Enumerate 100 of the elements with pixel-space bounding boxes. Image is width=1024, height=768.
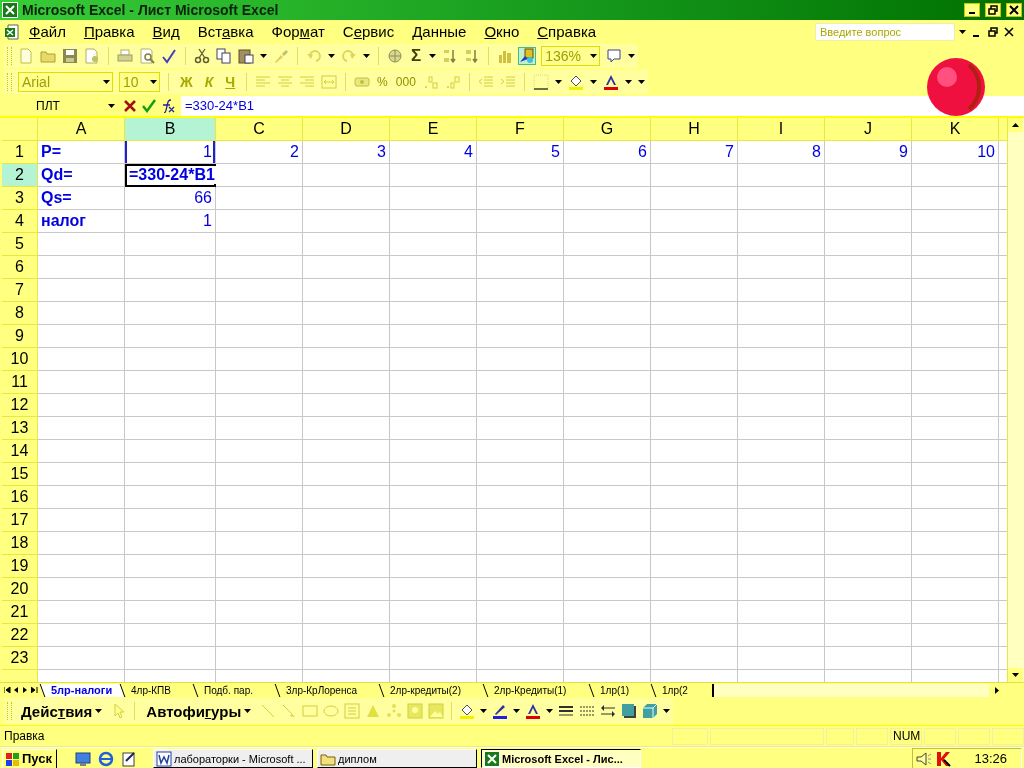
column-header[interactable]: J xyxy=(825,118,912,141)
caret-icon[interactable] xyxy=(1012,673,1019,677)
caret-icon[interactable] xyxy=(959,29,966,34)
actions-menu[interactable]: Действия xyxy=(17,702,107,720)
restore-icon[interactable] xyxy=(988,26,998,37)
scroll-up-button[interactable] xyxy=(1008,118,1023,132)
row-header[interactable]: 17 xyxy=(2,509,38,532)
autosum-button[interactable]: Σ xyxy=(409,46,424,66)
row-header[interactable]: 12 xyxy=(2,394,38,417)
row-header[interactable]: 11 xyxy=(2,371,38,394)
sheet-tab[interactable]: Подб. пар. xyxy=(192,683,266,697)
line-color-icon[interactable] xyxy=(492,703,509,719)
column-header[interactable]: B xyxy=(125,118,216,141)
sheet-tab[interactable]: 4лр-КПВ xyxy=(119,683,184,697)
caret-icon[interactable] xyxy=(328,54,335,58)
row-header[interactable]: 13 xyxy=(2,417,38,440)
sort-descending-icon[interactable] xyxy=(464,48,481,64)
previous-sheet-icon[interactable] xyxy=(13,687,20,693)
menu-item[interactable]: Правка xyxy=(74,23,144,40)
windows-flag-icon[interactable] xyxy=(5,750,20,767)
start-button[interactable]: Пуск xyxy=(2,748,57,768)
menu-item[interactable]: Справка xyxy=(528,23,606,40)
scroll-right-icon[interactable] xyxy=(994,686,999,694)
name-box[interactable]: ПЛТ xyxy=(0,98,108,113)
print-preview-icon[interactable] xyxy=(139,48,155,64)
speaker-icon[interactable] xyxy=(916,750,933,767)
font-color-icon[interactable] xyxy=(602,74,619,90)
row-header[interactable]: 7 xyxy=(2,279,38,302)
sheet-tab[interactable]: 1лр(1) xyxy=(588,683,642,697)
drawing-tools-icon[interactable] xyxy=(519,48,536,64)
workbook-icon[interactable] xyxy=(4,23,20,40)
horizontal-scrollbar[interactable] xyxy=(711,683,1004,697)
column-header[interactable]: E xyxy=(390,118,477,141)
caret-icon[interactable] xyxy=(1012,123,1019,127)
taskbar-button[interactable]: диплом xyxy=(317,749,477,768)
font-color-icon[interactable] xyxy=(525,703,542,719)
row-header[interactable]: 5 xyxy=(2,233,38,256)
first-sheet-icon[interactable] xyxy=(4,687,11,693)
caret-icon[interactable] xyxy=(546,709,554,713)
sort-ascending-icon[interactable] xyxy=(442,48,459,64)
row-header[interactable]: 23 xyxy=(2,647,38,670)
browser-icon[interactable] xyxy=(98,750,114,767)
row-header[interactable]: 9 xyxy=(2,325,38,348)
row-header[interactable]: 4 xyxy=(2,210,38,233)
sheet-tab[interactable]: 5лр-налоги xyxy=(39,683,125,697)
column-header[interactable]: A xyxy=(38,118,125,141)
function-icon[interactable] xyxy=(161,98,175,113)
sheet-tab[interactable]: 2лр-Кредиты(1) xyxy=(482,683,579,697)
row-header[interactable]: 8 xyxy=(2,302,38,325)
spell-check-icon[interactable] xyxy=(161,48,177,64)
row-header[interactable]: 21 xyxy=(2,601,38,624)
column-header[interactable]: F xyxy=(477,118,564,141)
cut-icon[interactable] xyxy=(194,48,210,64)
row-header[interactable]: 16 xyxy=(2,486,38,509)
cancel-icon[interactable] xyxy=(123,98,137,113)
menu-item[interactable]: Формат xyxy=(262,23,334,40)
menu-item[interactable]: Окно xyxy=(475,23,529,40)
menu-item[interactable]: Данные xyxy=(403,23,476,40)
caret-icon[interactable] xyxy=(244,709,252,713)
copy-icon[interactable] xyxy=(216,48,232,64)
column-header[interactable]: H xyxy=(651,118,738,141)
menu-item[interactable]: Вид xyxy=(143,23,189,40)
desktop-icon[interactable] xyxy=(75,750,91,767)
save-icon[interactable] xyxy=(62,48,78,64)
shield-k-icon[interactable] xyxy=(935,750,952,767)
line-style-icon[interactable] xyxy=(558,703,575,719)
caret-icon[interactable] xyxy=(513,709,521,713)
column-header[interactable]: I xyxy=(738,118,825,141)
next-sheet-icon[interactable] xyxy=(22,687,29,693)
menu-item[interactable]: Вставка xyxy=(188,23,263,40)
notepad-icon[interactable] xyxy=(121,750,137,767)
column-header[interactable]: K xyxy=(912,118,999,141)
last-sheet-icon[interactable] xyxy=(31,687,38,693)
sheet-tab[interactable]: 3лр-КрЛоренса xyxy=(274,683,370,697)
row-header[interactable]: 15 xyxy=(2,463,38,486)
row-header[interactable]: 20 xyxy=(2,578,38,601)
close-icon[interactable] xyxy=(1004,26,1014,37)
arrow-style-icon[interactable] xyxy=(600,703,617,719)
row-header[interactable]: 18 xyxy=(2,532,38,555)
caret-icon[interactable] xyxy=(108,103,115,108)
paste-icon[interactable] xyxy=(238,48,254,64)
borders-icon[interactable] xyxy=(532,74,549,90)
caret-icon[interactable] xyxy=(628,54,636,58)
caret-icon[interactable] xyxy=(95,709,103,713)
enter-icon[interactable] xyxy=(142,98,156,113)
caret-icon[interactable] xyxy=(589,80,597,84)
row-header[interactable]: 2 xyxy=(2,164,38,187)
scroll-down-button[interactable] xyxy=(1008,668,1023,682)
cell-editor[interactable]: =330-24*B1 xyxy=(128,166,216,184)
column-header[interactable]: D xyxy=(303,118,390,141)
menu-item[interactable]: Файл xyxy=(20,23,75,40)
menu-item[interactable]: Сервис xyxy=(333,23,404,40)
autoshapes-menu[interactable]: Автофигуры xyxy=(142,702,256,720)
caret-icon[interactable] xyxy=(480,709,488,713)
row-header[interactable]: 14 xyxy=(2,440,38,463)
globe-link-icon[interactable] xyxy=(387,48,403,64)
clip-art-icon[interactable] xyxy=(407,703,424,719)
column-header[interactable]: G xyxy=(564,118,651,141)
row-header[interactable]: 10 xyxy=(2,348,38,371)
row-header[interactable]: 22 xyxy=(2,624,38,647)
